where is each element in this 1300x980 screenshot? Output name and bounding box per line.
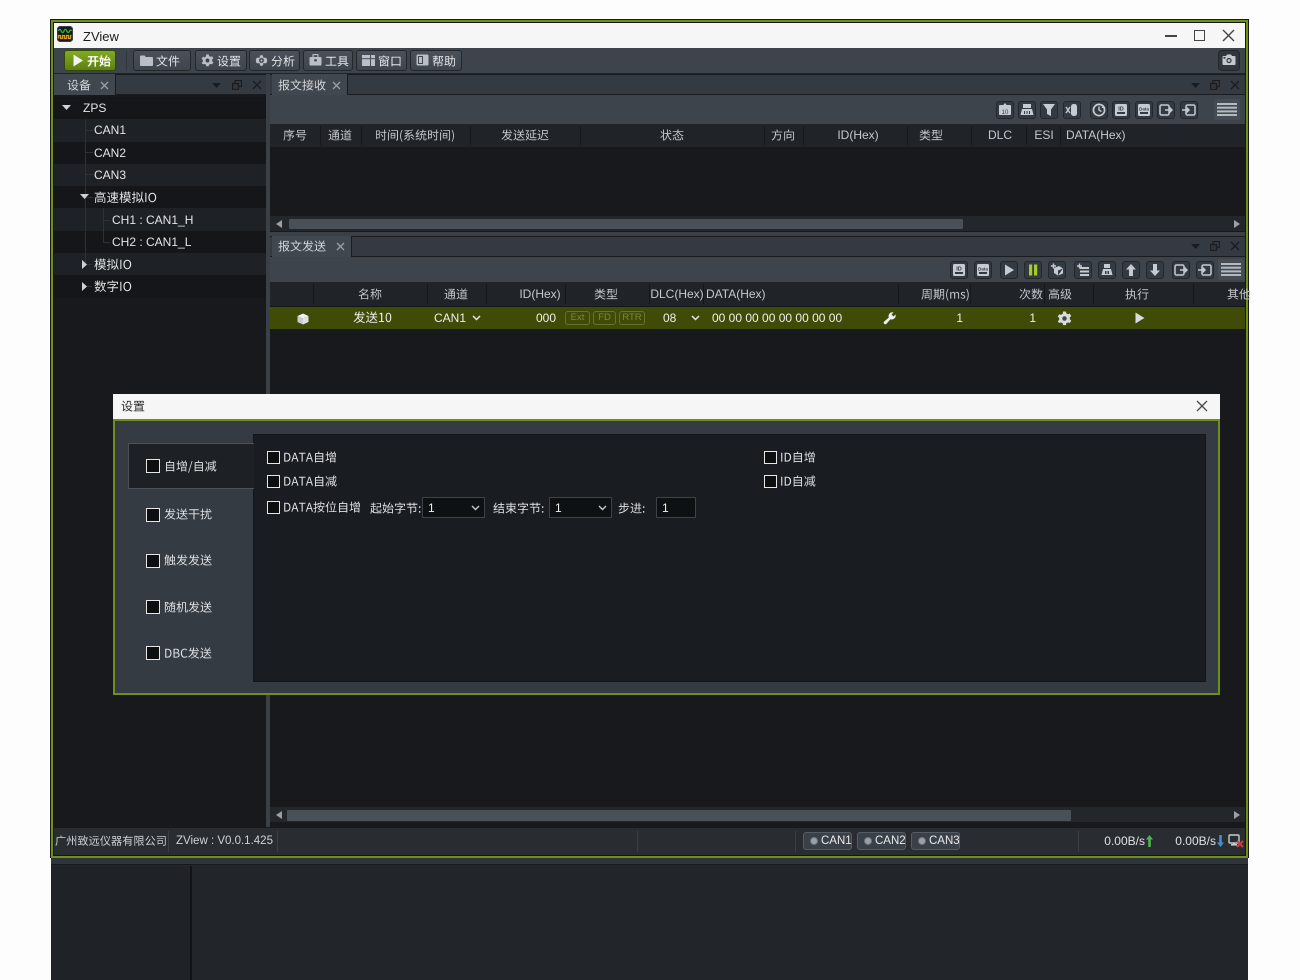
svg-text:10: 10: [1002, 110, 1009, 116]
svg-text:Data: Data: [978, 267, 988, 272]
svg-text:ID: ID: [1118, 107, 1124, 113]
svg-text:ID: ID: [956, 267, 962, 273]
svg-text:Data: Data: [1139, 107, 1149, 112]
